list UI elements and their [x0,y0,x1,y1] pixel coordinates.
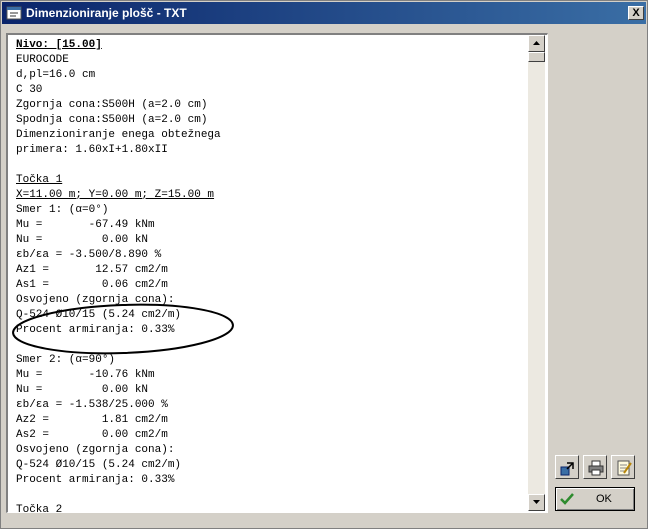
report-line: Točka 1 [16,174,63,186]
report-line: Q-524 Ø10/15 (5.24 cm2/m) [16,309,182,321]
report-line: εb/εa = -3.500/8.890 % [16,249,162,261]
export-button[interactable] [555,455,579,479]
report-line [16,488,528,503]
report-content: Nivo: [15.00] EUROCODE d,pl=16.0 cm C 30 Zgo… [16,38,528,513]
report-line: Nu = 0.00 kN [16,384,149,396]
report-line: As2 = 0.00 cm2/m [16,429,168,441]
app-window-icon [6,5,22,21]
report-line: Nivo: [15.00] [16,39,102,51]
arrow-up-icon [533,41,540,45]
report-line: Procent armiranja: 0.33% [16,474,175,486]
report-line: Osvojeno (zgornja cona): [16,294,175,306]
close-icon: X [632,7,640,19]
close-button[interactable]: X [628,6,644,20]
scroll-down-button[interactable] [528,494,545,511]
report-text-area[interactable]: Nivo: [15.00] EUROCODE d,pl=16.0 cm C 30 Zgo… [6,33,548,513]
report-line: Zgornja cona:S500H (a=2.0 cm) [16,99,208,111]
window-title: Dimenzioniranje plošč - TXT [26,6,187,20]
ok-button-label: OK [596,493,612,505]
report-line: Mu = -67.49 kNm [16,219,155,231]
report-line: Dimenzioniranje enega obtežnega [16,129,221,141]
notepad-button[interactable] [611,455,635,479]
dialog-window: Dimenzioniranje plošč - TXT X Nivo: [15.… [0,0,648,529]
notepad-icon [617,460,632,476]
report-line: EUROCODE [16,54,69,66]
ok-button[interactable]: OK [555,487,635,511]
report-line: εb/εa = -1.538/25.000 % [16,399,168,411]
report-line: C 30 [16,84,43,96]
report-line: primera: 1.60xI+1.80xII [16,144,168,156]
report-line [16,338,528,353]
report-line: Procent armiranja: 0.33% [16,324,175,336]
report-line [16,158,528,173]
report-line: As1 = 0.06 cm2/m [16,279,168,291]
scroll-up-button[interactable] [528,35,545,52]
vertical-scrollbar[interactable] [528,35,545,511]
report-line: Mu = -10.76 kNm [16,369,155,381]
printer-icon [588,460,604,476]
export-icon [560,462,574,476]
report-line: d,pl=16.0 cm [16,69,96,81]
report-line: Q-524 Ø10/15 (5.24 cm2/m) [16,459,182,471]
report-line: Nu = 0.00 kN [16,234,149,246]
report-line: Spodnja cona:S500H (a=2.0 cm) [16,114,208,126]
report-line: Az1 = 12.57 cm2/m [16,264,168,276]
report-line: X=11.00 m; Y=0.00 m; Z=15.00 m [16,189,215,201]
report-line: Osvojeno (zgornja cona): [16,444,175,456]
report-line: Smer 2: (α=90°) [16,354,116,366]
arrow-down-icon [533,500,540,504]
report-line: Az2 = 1.81 cm2/m [16,414,168,426]
report-line: Točka 2 [16,504,63,513]
report-line: Smer 1: (α=0°) [16,204,109,216]
checkmark-icon [560,493,574,505]
scroll-thumb[interactable] [528,52,545,62]
print-button[interactable] [583,455,607,479]
title-bar[interactable]: Dimenzioniranje plošč - TXT X [2,2,646,24]
